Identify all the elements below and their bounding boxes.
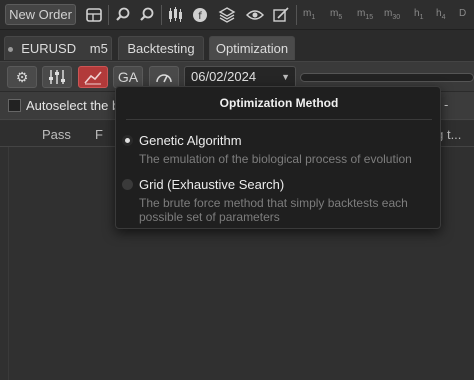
speed-button[interactable] <box>149 66 179 88</box>
chart-layout-icon[interactable] <box>84 5 104 25</box>
settings-button[interactable]: ⚙ <box>7 66 37 88</box>
parameters-button[interactable] <box>42 66 72 88</box>
option-label: Genetic Algorithm <box>139 133 242 148</box>
col-pass[interactable]: Pass <box>42 127 71 142</box>
chevron-down-icon: ▼ <box>281 72 290 82</box>
timeframe-m5[interactable]: m5 <box>330 8 342 21</box>
speedometer-icon <box>156 74 172 83</box>
timeframe-h1[interactable]: h1 <box>414 8 423 21</box>
symbol-timeframe: m5 <box>89 41 108 56</box>
popup-title: Optimization Method <box>219 96 339 110</box>
timeframe-m15[interactable]: m15 <box>357 8 373 21</box>
optimization-method-button[interactable]: GA <box>113 66 143 88</box>
date-value: 06/02/2024 <box>191 69 257 84</box>
option-label: Grid (Exhaustive Search) <box>139 177 285 192</box>
svg-text:f: f <box>198 11 202 22</box>
indicators-icon[interactable]: f <box>190 5 210 25</box>
option-genetic-algorithm[interactable]: Genetic Algorithm The emulation of the b… <box>122 133 438 169</box>
autoselect-checkbox[interactable] <box>8 99 21 112</box>
column-divider <box>8 147 9 380</box>
candlestick-icon[interactable] <box>165 5 185 25</box>
equity-chart-button[interactable] <box>78 66 108 88</box>
new-order-button[interactable]: New Order <box>5 4 76 25</box>
timeframe-d[interactable]: D <box>459 8 466 21</box>
zoom-in-icon[interactable] <box>113 5 133 25</box>
zoom-out-icon[interactable] <box>137 5 157 25</box>
eye-icon[interactable] <box>245 5 265 25</box>
line-chart-icon <box>84 71 102 85</box>
tab-backtesting[interactable]: Backtesting <box>118 36 204 60</box>
radio-genetic-algorithm[interactable] <box>122 135 133 146</box>
gear-icon: ⚙ <box>15 69 29 85</box>
tab-symbol[interactable]: EURUSD m5 <box>4 36 112 60</box>
col-f[interactable]: F <box>95 127 103 142</box>
autoselect-label: Autoselect the be <box>26 98 127 113</box>
start-date-picker[interactable]: 06/02/2024 ▼ <box>184 66 296 88</box>
main-toolbar: New Order f m1 m5 m15 m30 h1 h4 D <box>0 0 474 30</box>
tab-optimization[interactable]: Optimization <box>209 36 295 60</box>
timeframe-h4[interactable]: h4 <box>436 8 445 21</box>
sliders-icon <box>49 70 65 84</box>
optimization-method-popup: Optimization Method Genetic Algorithm Th… <box>115 86 441 229</box>
symbol-dot-icon <box>8 47 14 53</box>
drawing-tools-icon[interactable] <box>271 5 291 25</box>
popup-divider <box>126 119 432 120</box>
option-description: The emulation of the biological process … <box>139 152 412 166</box>
date-range-slider[interactable] <box>300 73 474 82</box>
option-grid-search[interactable]: Grid (Exhaustive Search) The brute force… <box>122 177 438 225</box>
tabs-bar: EURUSD m5 Backtesting Optimization <box>0 31 474 61</box>
layers-icon[interactable] <box>217 5 237 25</box>
timeframe-m1[interactable]: m1 <box>303 8 315 21</box>
timeframe-m30[interactable]: m30 <box>384 8 400 21</box>
radio-grid-search[interactable] <box>122 179 133 190</box>
autoselect-suffix: - <box>444 97 449 112</box>
symbol-label: EURUSD <box>21 41 77 56</box>
option-description: The brute force method that simply backt… <box>139 196 408 224</box>
